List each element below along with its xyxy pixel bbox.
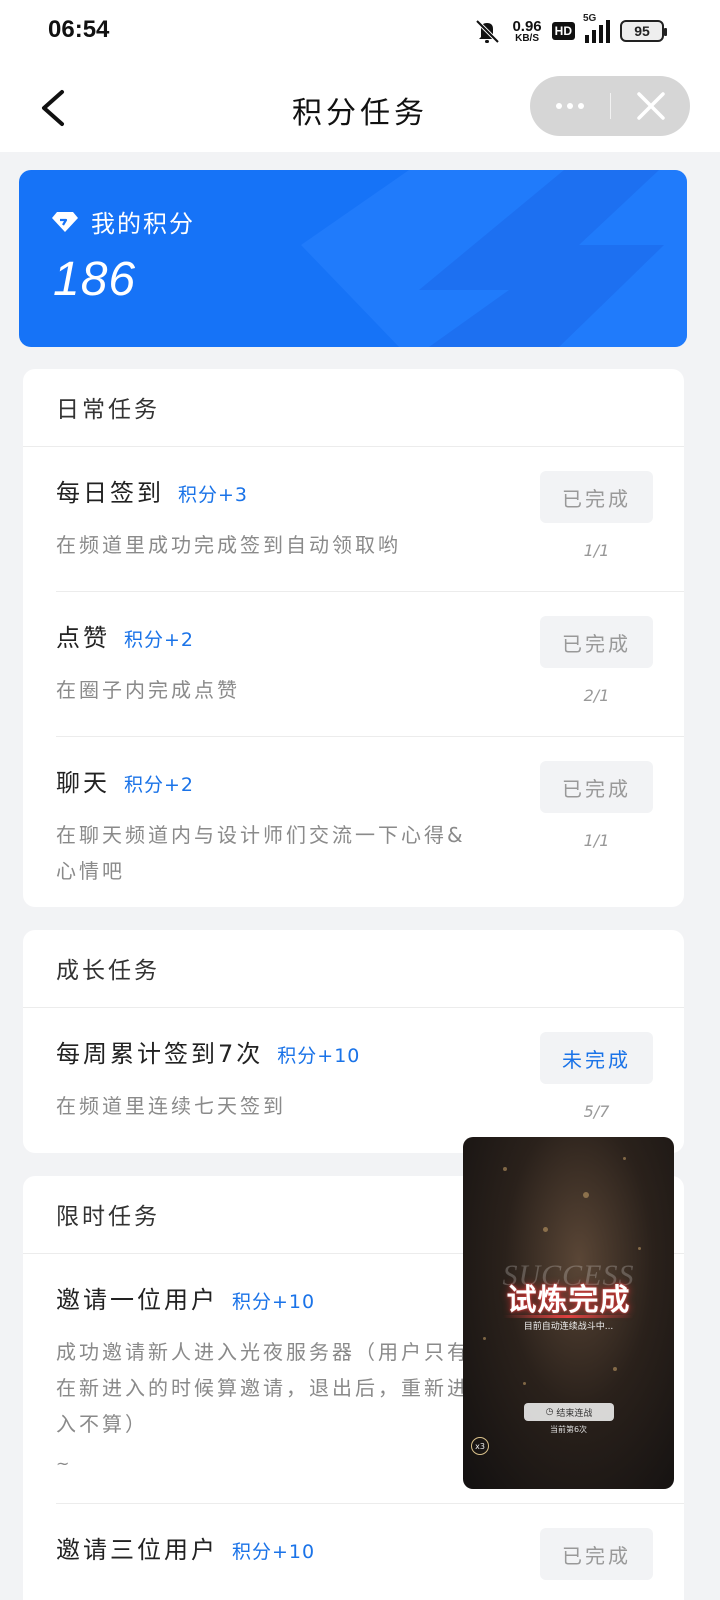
video-subtitle: 目前自动连续战斗中... (523, 1322, 614, 1332)
battle-count: 当前第6次 (549, 1425, 588, 1434)
task-progress: 1/1 (583, 831, 610, 850)
more-button[interactable] (530, 76, 610, 136)
task-status-button[interactable]: 已完成 (540, 1528, 653, 1580)
section-title: 成长任务 (23, 930, 684, 1008)
task-status-button[interactable]: 已完成 (540, 616, 653, 668)
status-icons: 0.96 KB/S HD 5G 95 (472, 13, 667, 46)
signal-icon: 5G (583, 13, 610, 43)
floating-video-window[interactable]: SUCCESS 试炼完成 目前自动连续战斗中... ◷ 结束连战 当前第6次 x… (463, 1137, 674, 1489)
task-item: 每日签到 积分+3 在频道里成功完成签到自动领取哟 已完成 1/1 (56, 447, 684, 592)
task-progress: 1/1 (583, 541, 610, 560)
task-points: 积分+10 (232, 1541, 316, 1563)
task-points: 积分+2 (124, 774, 195, 796)
task-item: 邀请三位用户 积分+10 已完成 (56, 1504, 684, 1600)
task-status-button[interactable]: 已完成 (540, 471, 653, 523)
task-item: 聊天 积分+2 在聊天频道内与设计师们交流一下心得&心情吧 已完成 1/1 (56, 737, 684, 905)
task-points: 积分+10 (232, 1291, 316, 1313)
daily-tasks-section: 日常任务 每日签到 积分+3 在频道里成功完成签到自动领取哟 已完成 1/1 点… (23, 369, 684, 907)
close-icon (636, 92, 665, 120)
network-speed: 0.96 KB/S (512, 17, 542, 44)
battery-icon: 95 (620, 20, 667, 42)
status-bar: 06:54 0.96 KB/S HD 5G 95 (0, 0, 720, 64)
task-item: 点赞 积分+2 在圈子内完成点赞 已完成 2/1 (56, 592, 684, 737)
mini-program-capsule (530, 76, 690, 136)
end-battle-button[interactable]: ◷ 结束连战 (524, 1403, 614, 1421)
task-status-button[interactable]: 未完成 (540, 1032, 653, 1084)
growth-tasks-section: 成长任务 每周累计签到7次 积分+10 在频道里连续七天签到 未完成 5/7 (23, 930, 684, 1153)
bell-muted-icon (476, 19, 500, 44)
task-extra: ~ (56, 1454, 73, 1473)
task-description: 在频道里成功完成签到自动领取哟 (56, 533, 401, 557)
more-dots-icon (556, 103, 562, 109)
section-title: 日常任务 (23, 369, 684, 447)
clock: 06:54 (48, 16, 110, 43)
task-points: 积分+2 (124, 629, 195, 651)
task-description: 在聊天频道内与设计师们交流一下心得&心情吧 (56, 823, 466, 883)
clock-icon: ◷ (545, 1407, 554, 1417)
task-description: 成功邀请新人进入光夜服务器（用户只有在新进入的时候算邀请，退出后，重新进入不算） (56, 1340, 470, 1436)
task-name: 每日签到 (56, 479, 164, 507)
my-points-card: 我的积分 186 (19, 170, 687, 347)
task-name: 每周累计签到7次 (56, 1040, 264, 1068)
close-button[interactable] (611, 76, 690, 136)
nav-header: 积分任务 (0, 64, 720, 152)
hd-badge: HD (551, 22, 575, 40)
task-points: 积分+3 (178, 484, 249, 506)
video-title: 试炼完成 (506, 1283, 631, 1318)
task-description: 在圈子内完成点赞 (56, 678, 240, 702)
task-name: 点赞 (56, 624, 110, 652)
speed-badge[interactable]: x3 (471, 1437, 489, 1455)
task-name: 邀请三位用户 (56, 1536, 218, 1564)
points-value: 186 (53, 253, 137, 306)
task-progress: 2/1 (583, 686, 610, 705)
task-status-button[interactable]: 已完成 (540, 761, 653, 813)
task-description: 在频道里连续七天签到 (56, 1094, 286, 1118)
task-progress: 5/7 (583, 1102, 610, 1121)
diamond-icon (52, 211, 78, 232)
task-name: 聊天 (56, 769, 110, 797)
points-label: 我的积分 (51, 204, 195, 239)
task-name: 邀请一位用户 (56, 1286, 218, 1314)
task-item: 每周累计签到7次 积分+10 在频道里连续七天签到 未完成 5/7 (56, 1008, 684, 1153)
task-points: 积分+10 (277, 1045, 361, 1067)
video-divider (503, 1315, 633, 1318)
